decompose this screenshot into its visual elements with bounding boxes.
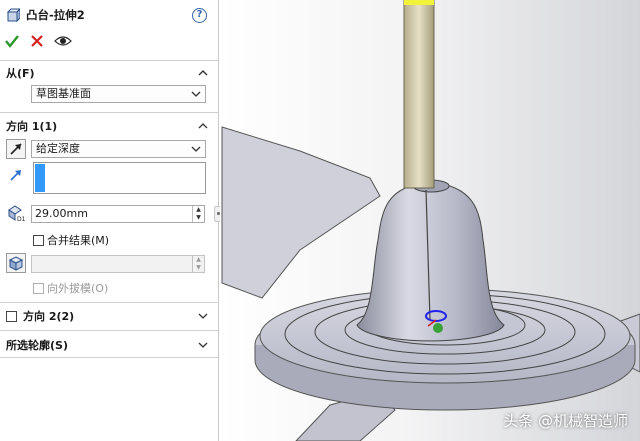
end-condition-value: 给定深度 bbox=[36, 142, 80, 155]
selected-contours-label: 所选轮廓(S) bbox=[6, 339, 68, 352]
draft-outward-checkbox[interactable]: 向外拔模(O) bbox=[33, 280, 108, 296]
direction2-section-header[interactable]: 方向 2(2) bbox=[0, 306, 219, 326]
checkbox-box[interactable] bbox=[33, 234, 44, 246]
from-section-header[interactable]: 从(F) bbox=[0, 63, 219, 83]
direction-selection-box[interactable] bbox=[33, 162, 206, 194]
chevron-up-icon[interactable] bbox=[197, 120, 209, 132]
ok-checkmark-icon[interactable] bbox=[4, 33, 20, 49]
end-condition-select[interactable]: 给定深度 bbox=[31, 140, 206, 158]
chevron-up-icon[interactable] bbox=[197, 67, 209, 79]
direction1-section-label: 方向 1(1) bbox=[6, 120, 58, 133]
reverse-direction-icon bbox=[10, 143, 22, 155]
direction-vector-icon bbox=[10, 170, 21, 181]
direction2-checkbox[interactable] bbox=[6, 310, 17, 322]
extrude-preview-rod bbox=[403, 0, 435, 189]
divider bbox=[0, 112, 219, 113]
divider bbox=[0, 60, 219, 61]
reverse-direction-button[interactable] bbox=[6, 139, 26, 159]
merge-result-label: 合并结果(M) bbox=[47, 234, 110, 247]
divider bbox=[0, 330, 219, 331]
action-bar bbox=[0, 30, 219, 52]
graphics-viewport[interactable]: 头条 @机械智造师 bbox=[220, 0, 640, 441]
feature-title: 凸台-拉伸2 bbox=[26, 8, 85, 22]
selected-contours-section-header[interactable]: 所选轮廓(S) bbox=[0, 335, 219, 355]
from-start-condition-select[interactable]: 草图基准面 bbox=[31, 85, 206, 103]
fan-blade-upper bbox=[221, 126, 381, 299]
model-graphics bbox=[221, 0, 640, 441]
svg-text:D1: D1 bbox=[17, 216, 26, 222]
chevron-down-icon bbox=[191, 146, 201, 152]
depth-dimension-icon: D1 bbox=[8, 205, 26, 222]
from-section-label: 从(F) bbox=[6, 67, 35, 80]
draft-icon bbox=[8, 256, 24, 271]
chevron-down-icon bbox=[191, 91, 201, 97]
origin-point-icon bbox=[433, 323, 443, 333]
spinner-up-icon[interactable]: ▲ bbox=[193, 256, 204, 264]
divider bbox=[0, 302, 219, 303]
divider bbox=[0, 357, 219, 358]
chevron-down-icon[interactable] bbox=[197, 310, 209, 322]
help-icon[interactable]: ? bbox=[192, 8, 207, 23]
cancel-x-icon[interactable] bbox=[30, 34, 44, 48]
draft-toggle-button[interactable] bbox=[6, 253, 26, 273]
draft-outward-label: 向外拔模(O) bbox=[47, 282, 109, 295]
feature-title-bar: 凸台-拉伸2 ? bbox=[0, 0, 219, 30]
checkbox-box[interactable] bbox=[33, 282, 44, 294]
preview-eye-icon[interactable] bbox=[54, 34, 72, 48]
direction2-section-label: 方向 2(2) bbox=[23, 310, 75, 323]
watermark-text: 头条 @机械智造师 bbox=[503, 412, 628, 430]
from-select-value: 草图基准面 bbox=[36, 87, 91, 100]
selection-focus-bar bbox=[35, 164, 45, 192]
direction1-section-header[interactable]: 方向 1(1) bbox=[0, 116, 219, 136]
depth-spinner[interactable]: ▲ ▼ bbox=[192, 206, 204, 222]
draft-spinner[interactable]: ▲ ▼ bbox=[192, 256, 204, 272]
spinner-down-icon[interactable]: ▼ bbox=[193, 214, 204, 222]
draft-angle-input[interactable]: ▲ ▼ bbox=[31, 255, 205, 273]
depth-input[interactable]: 29.00mm ▲ ▼ bbox=[31, 205, 205, 223]
depth-value: 29.00mm bbox=[35, 207, 88, 220]
merge-result-checkbox[interactable]: 合并结果(M) bbox=[33, 232, 109, 248]
spinner-up-icon[interactable]: ▲ bbox=[193, 206, 204, 214]
chevron-down-icon[interactable] bbox=[197, 339, 209, 351]
extrude-feature-icon bbox=[6, 8, 20, 22]
spinner-down-icon[interactable]: ▼ bbox=[193, 264, 204, 272]
property-manager-panel: 凸台-拉伸2 ? 从(F) 草图基准面 方向 1(1) 给定深度 D1 29.0… bbox=[0, 0, 222, 441]
